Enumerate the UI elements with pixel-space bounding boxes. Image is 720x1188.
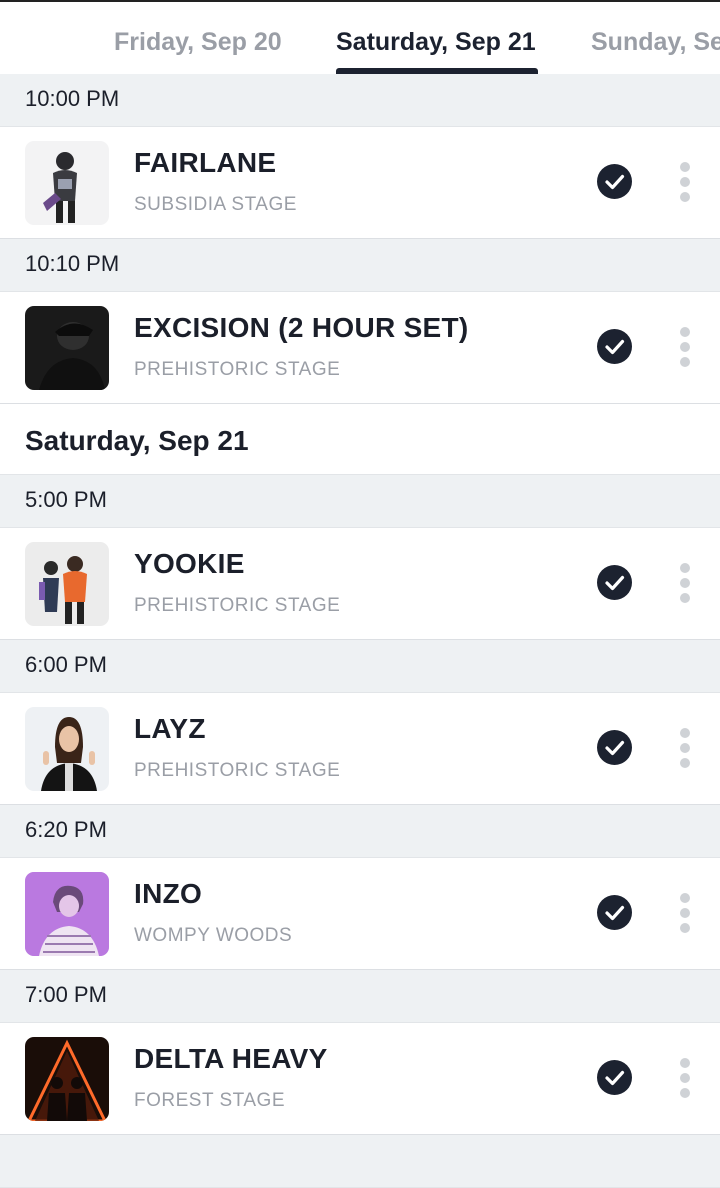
artist-photo [25,707,109,791]
artist-name: FAIRLANE [134,147,277,178]
time-header: 10:10 PM [0,239,720,292]
day-section-header: Saturday, Sep 21 [0,404,720,475]
check-circle-icon[interactable] [597,164,632,199]
schedule-list: 10:00 PM FAIRLANE SUBSIDIA STAGE 10:10 P… [0,74,720,1188]
stage-name: WOMPY WOODS [134,925,293,946]
artist-photo [25,141,109,225]
time-label: 7:00 PM [25,982,107,1007]
time-label: 10:00 PM [25,86,120,111]
artist-photo [25,1037,109,1121]
next-time-header-partial [0,1135,720,1188]
set-row[interactable]: EXCISION (2 HOUR SET) PREHISTORIC STAGE [0,292,720,404]
tab-friday[interactable]: Friday, Sep 20 [114,28,282,57]
more-vertical-icon[interactable] [672,160,698,204]
more-vertical-icon[interactable] [672,891,698,935]
more-vertical-icon[interactable] [672,561,698,605]
tab-sunday[interactable]: Sunday, Se [591,28,720,57]
time-label: 6:20 PM [25,817,107,842]
more-vertical-icon[interactable] [672,726,698,770]
check-circle-icon[interactable] [597,1060,632,1095]
set-row[interactable]: DELTA HEAVY FOREST STAGE [0,1023,720,1135]
artist-photo [25,306,109,390]
stage-name: PREHISTORIC STAGE [134,359,341,380]
check-circle-icon[interactable] [597,329,632,364]
artist-name: INZO [134,878,203,909]
set-row[interactable]: LAYZ PREHISTORIC STAGE [0,693,720,805]
time-header: 6:20 PM [0,805,720,858]
time-header: 5:00 PM [0,475,720,528]
time-label: 6:00 PM [25,652,107,677]
time-header: 7:00 PM [0,970,720,1023]
artist-photo [25,542,109,626]
stage-name: SUBSIDIA STAGE [134,194,297,215]
stage-name: PREHISTORIC STAGE [134,595,341,616]
stage-name: PREHISTORIC STAGE [134,760,341,781]
more-vertical-icon[interactable] [672,325,698,369]
stage-name: FOREST STAGE [134,1090,285,1111]
artist-photo [25,872,109,956]
set-row[interactable]: INZO WOMPY WOODS [0,858,720,970]
check-circle-icon[interactable] [597,565,632,600]
time-header: 10:00 PM [0,74,720,127]
day-tabs: Friday, Sep 20 Saturday, Sep 21 Sunday, … [0,2,720,74]
check-circle-icon[interactable] [597,895,632,930]
set-row[interactable]: YOOKIE PREHISTORIC STAGE [0,528,720,640]
time-header: 6:00 PM [0,640,720,693]
check-circle-icon[interactable] [597,730,632,765]
artist-name: EXCISION (2 HOUR SET) [134,312,469,343]
artist-name: LAYZ [134,713,206,744]
tab-saturday[interactable]: Saturday, Sep 21 [336,28,536,57]
set-row[interactable]: FAIRLANE SUBSIDIA STAGE [0,127,720,239]
artist-name: DELTA HEAVY [134,1043,328,1074]
time-label: 5:00 PM [25,487,107,512]
day-label: Saturday, Sep 21 [25,425,249,456]
artist-name: YOOKIE [134,548,245,579]
more-vertical-icon[interactable] [672,1056,698,1100]
time-label: 10:10 PM [25,251,120,276]
